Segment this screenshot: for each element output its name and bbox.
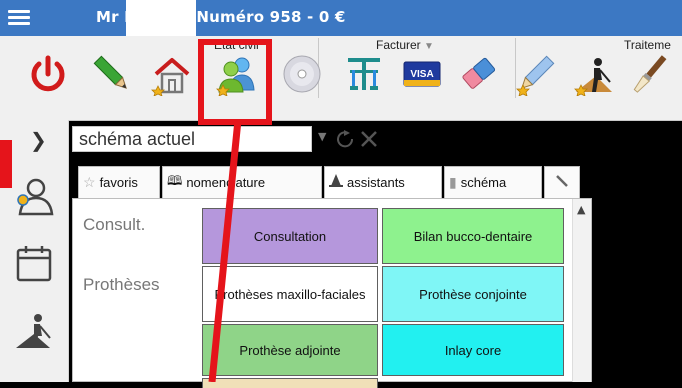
tree-icon[interactable] bbox=[342, 52, 386, 96]
worker-icon[interactable] bbox=[572, 52, 616, 96]
worker-icon[interactable] bbox=[14, 310, 54, 350]
highlight-arrow bbox=[208, 120, 242, 382]
prothese-conjointe-button[interactable]: Prothèse conjointe bbox=[382, 266, 564, 322]
cd-icon[interactable] bbox=[280, 52, 324, 96]
group-label-facturer[interactable]: Facturer ▼ bbox=[376, 38, 434, 52]
svg-text:VISA: VISA bbox=[410, 69, 433, 80]
category-consult: Consult. bbox=[83, 215, 146, 234]
book-icon: 🕮 bbox=[167, 172, 183, 188]
chevron-right-icon[interactable]: ❯ bbox=[30, 128, 47, 152]
category-protheses: Prothèses bbox=[83, 275, 160, 294]
redaction-mask bbox=[126, 0, 196, 36]
brush-icon[interactable] bbox=[628, 52, 672, 96]
calendar-icon[interactable] bbox=[14, 244, 54, 284]
schema-select[interactable]: schéma actuel bbox=[72, 126, 312, 152]
group-label-traitement[interactable]: Traiteme bbox=[624, 38, 671, 52]
tooth-icon: ▮ bbox=[449, 174, 457, 190]
schema-tools bbox=[334, 128, 394, 150]
tab-schema[interactable]: ▮ schéma bbox=[444, 166, 542, 198]
hamburger-menu-icon[interactable] bbox=[8, 7, 30, 29]
power-icon[interactable] bbox=[26, 52, 70, 96]
main-toolbar: Etat civil Facturer ▼ Traiteme VISA bbox=[0, 36, 682, 121]
tab-assistants[interactable]: assistants bbox=[324, 166, 442, 198]
highlight-box bbox=[198, 39, 272, 125]
eraser-icon[interactable] bbox=[456, 52, 500, 96]
tab-bar: ☆ favoris 🕮 nomenclature assistants ▮ sc… bbox=[72, 164, 592, 198]
pen-icon bbox=[554, 173, 570, 192]
visa-card-icon[interactable]: VISA bbox=[400, 52, 444, 96]
title-bar: Mr Daniel - Numéro 958 - 0 € bbox=[0, 0, 682, 36]
refresh-icon[interactable] bbox=[337, 130, 354, 148]
tab-favoris[interactable]: ☆ favoris bbox=[78, 166, 160, 198]
home-icon[interactable] bbox=[150, 52, 194, 96]
chevron-down-icon[interactable]: ▼ bbox=[318, 130, 326, 143]
tools-icon[interactable] bbox=[361, 131, 377, 147]
star-icon: ☆ bbox=[83, 174, 96, 190]
pencil-icon[interactable] bbox=[90, 52, 134, 96]
inlay-core-button[interactable]: Inlay core bbox=[382, 324, 564, 376]
highlight-marker bbox=[0, 140, 12, 188]
tab-tool[interactable] bbox=[544, 166, 580, 198]
bilan-bucco-dentaire-button[interactable]: Bilan bucco-dentaire bbox=[382, 208, 564, 264]
wizard-hat-icon bbox=[329, 174, 343, 191]
user-profile-icon[interactable] bbox=[14, 176, 54, 216]
vertical-scrollbar[interactable]: ▲ bbox=[572, 199, 591, 382]
scroll-up-icon[interactable]: ▲ bbox=[577, 203, 585, 216]
pencil-star-icon[interactable] bbox=[514, 52, 558, 96]
